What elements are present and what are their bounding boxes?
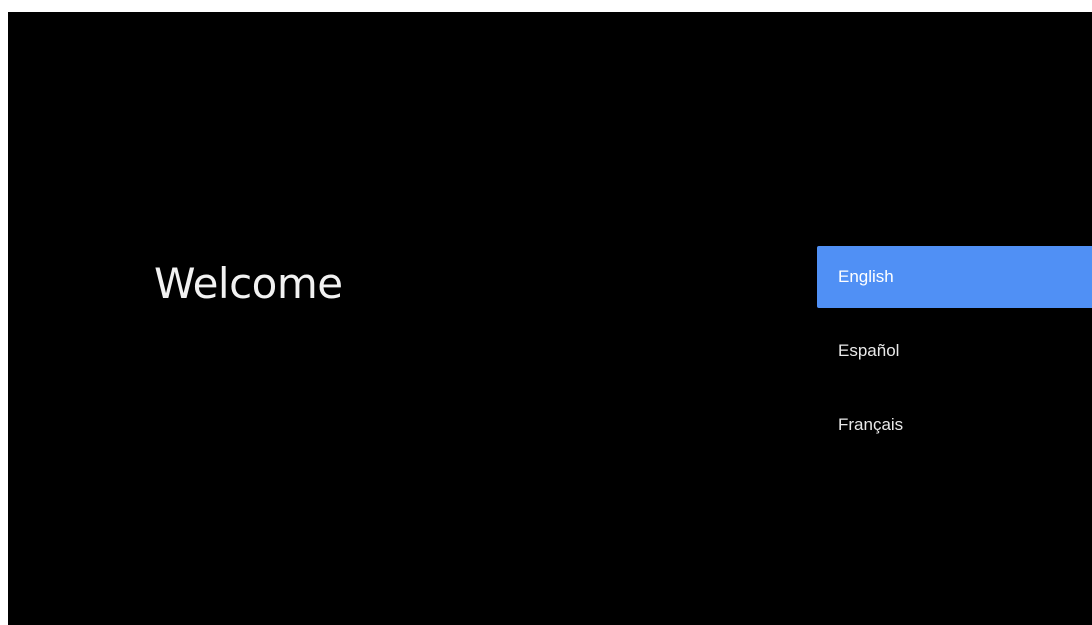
language-item-english[interactable]: English: [817, 246, 1092, 308]
language-item-espanol[interactable]: Español: [817, 320, 1092, 382]
language-list: English Español Français: [817, 246, 1092, 468]
language-item-francais[interactable]: Français: [817, 394, 1092, 456]
welcome-title: Welcome: [154, 259, 343, 308]
setup-screen: Welcome English Español Français: [8, 12, 1092, 625]
